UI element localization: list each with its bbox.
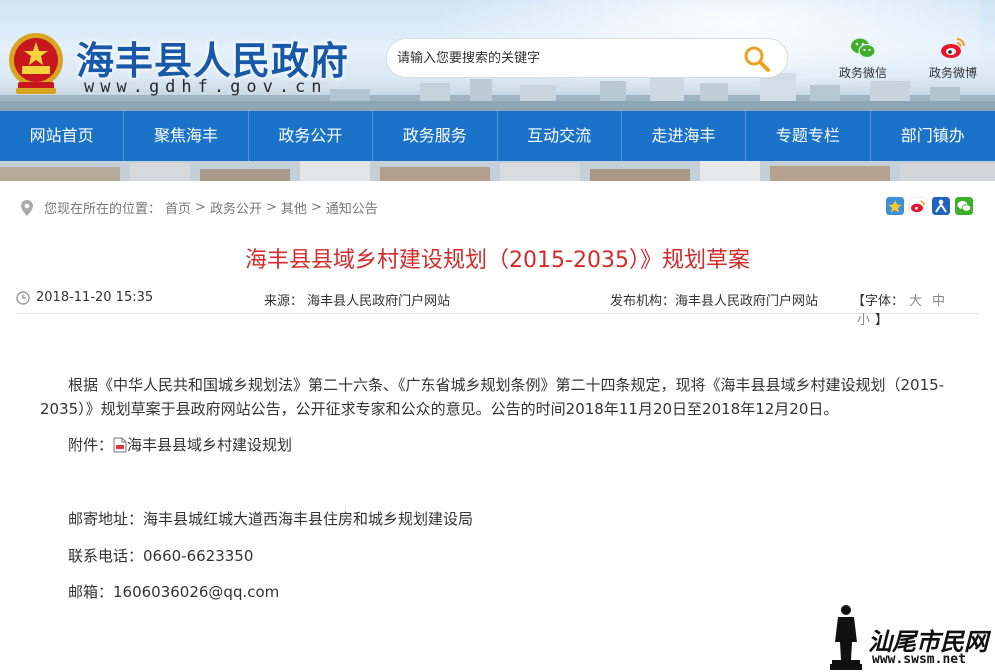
wechat-link[interactable]: 政务微信 xyxy=(828,36,898,81)
site-url: www.gdhf.gov.cn xyxy=(84,77,328,97)
article-date-group: 2018-11-20 15:35 xyxy=(16,290,153,305)
email-line: 邮箱：1606036026@qq.com xyxy=(68,583,280,601)
breadcrumb-item-other[interactable]: 其他 xyxy=(281,198,307,217)
font-size-medium[interactable]: 中 xyxy=(932,294,945,309)
article-title: 海丰县县域乡村建设规划（2015-2035）》规划草案 xyxy=(245,248,750,273)
weibo-label: 政务微博 xyxy=(928,66,977,80)
attachment-link[interactable]: 海丰县县域乡村建设规划 xyxy=(127,434,292,455)
watermark-url: www.swsm.net xyxy=(872,652,966,667)
main-nav: 网站首页 聚焦海丰 政务公开 政务服务 互动交流 走进海丰 专题专栏 部门镇办 xyxy=(0,111,995,161)
nav-item-focus[interactable]: 聚焦海丰 xyxy=(124,111,249,161)
breadcrumb-separator: > xyxy=(265,200,277,215)
phone-line: 联系电话：0660-6623350 xyxy=(68,547,254,565)
nav-item-gov-open[interactable]: 政务公开 xyxy=(249,111,374,161)
watermark: 汕尾市民网 www.swsm.net xyxy=(826,600,995,672)
city-photo-strip xyxy=(0,161,995,181)
qzone-icon[interactable] xyxy=(886,197,904,215)
nav-item-home[interactable]: 网站首页 xyxy=(0,111,125,161)
clock-icon xyxy=(16,290,30,305)
location-pin-icon xyxy=(21,199,33,216)
statue-silhouette-icon xyxy=(830,605,862,670)
address-line: 邮寄地址：海丰县城红城大道西海丰县住房和城乡规划建设局 xyxy=(68,510,474,528)
breadcrumb-item-gov-open[interactable]: 政务公开 xyxy=(210,198,262,217)
font-label: 【字体： xyxy=(852,294,905,309)
article-meta: 2018-11-20 15:35 来源： 海丰县人民政府门户网站 发布机构：海丰… xyxy=(16,290,979,328)
breadcrumb-item-home[interactable]: 首页 xyxy=(165,198,191,217)
nav-item-gov-service[interactable]: 政务服务 xyxy=(373,111,498,161)
wechat-label: 政务微信 xyxy=(838,66,887,80)
org-value: 海丰县人民政府门户网站 xyxy=(675,294,819,309)
org-label: 发布机构： xyxy=(610,294,676,309)
attachment-label: 附件： xyxy=(68,436,114,454)
font-size-large[interactable]: 大 xyxy=(909,294,922,309)
search-input[interactable] xyxy=(397,47,727,69)
nav-item-interaction[interactable]: 互动交流 xyxy=(498,111,622,161)
article-paragraph: 根据《中华人民共和国城乡规划法》第二十六条、《广东省城乡规划条例》第二十四条规定… xyxy=(40,376,945,418)
breadcrumb: 您现在所在的位置： 首页 > 政务公开 > 其他 > 通知公告 xyxy=(20,198,382,217)
article-org: 发布机构：海丰县人民政府门户网站 xyxy=(610,290,818,309)
article-source: 来源： 海丰县人民政府门户网站 xyxy=(264,290,450,309)
weibo-icon xyxy=(941,38,965,58)
attachment-row: 附件： 海丰县县域乡村建设规划 xyxy=(68,434,292,455)
renren-icon[interactable] xyxy=(932,197,950,215)
weibo-link[interactable]: 政务微博 xyxy=(918,36,988,81)
source-label: 来源： xyxy=(264,294,304,309)
breadcrumb-item-notice[interactable]: 通知公告 xyxy=(326,198,378,217)
breadcrumb-separator: > xyxy=(195,200,206,215)
site-header: 海丰县人民政府 www.gdhf.gov.cn 政务微信 政务微博 xyxy=(0,0,995,111)
nav-item-about[interactable]: 走进海丰 xyxy=(622,111,747,161)
source-value: 海丰县人民政府门户网站 xyxy=(307,294,451,309)
breadcrumb-prefix: 您现在所在的位置： xyxy=(44,202,162,217)
search-box xyxy=(386,38,788,78)
search-icon[interactable] xyxy=(743,45,771,73)
font-size-small[interactable]: 小 xyxy=(857,313,870,328)
article-body: 根据《中华人民共和国城乡规划法》第二十六条、《广东省城乡规划条例》第二十四条规定… xyxy=(40,373,955,421)
article-date: 2018-11-20 15:35 xyxy=(36,290,154,305)
nav-item-topics[interactable]: 专题专栏 xyxy=(746,111,871,161)
font-close: 】 xyxy=(875,313,889,328)
wechat-share-icon[interactable] xyxy=(955,197,973,215)
document-icon xyxy=(113,437,127,452)
weibo-share-icon[interactable] xyxy=(909,197,927,215)
national-emblem-icon xyxy=(9,33,63,94)
nav-item-departments[interactable]: 部门镇办 xyxy=(871,111,995,161)
wechat-icon xyxy=(851,38,876,59)
font-size-switcher: 【字体： 大中小】 xyxy=(852,290,979,328)
breadcrumb-separator: > xyxy=(310,200,322,215)
